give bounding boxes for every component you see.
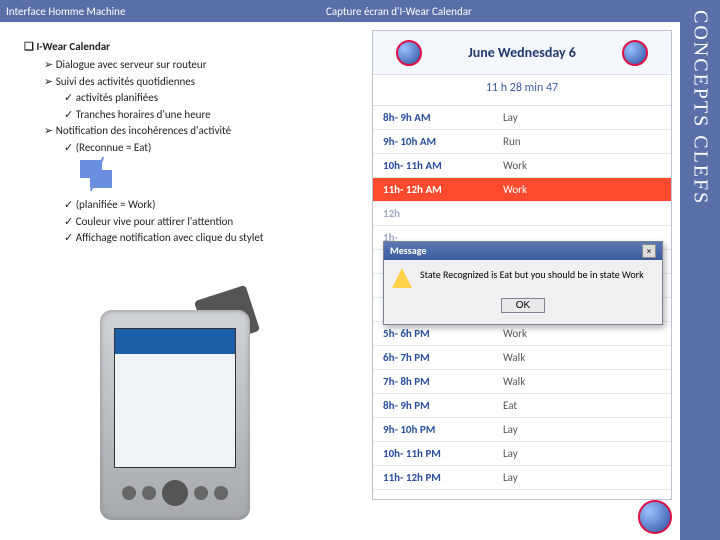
calendar-row[interactable]: 11h- 12h PMLay — [373, 466, 671, 490]
calendar-screenshot: June Wednesday 6 11 h 28 min 47 8h- 9h A… — [372, 30, 672, 500]
not-equal-icon — [80, 160, 114, 190]
calendar-time: 12h — [373, 207, 503, 220]
ok-button[interactable]: OK — [501, 298, 545, 313]
calendar-time: 8h- 9h AM — [373, 111, 503, 124]
calendar-activity: Lay — [503, 111, 671, 124]
bullet-item: Couleur vive pour attirer l'attention — [64, 214, 344, 231]
bullet-item: activités planifiées — [64, 90, 344, 107]
dialog-titlebar: Message × — [384, 242, 662, 260]
calendar-row[interactable]: 10h- 11h AMWork — [373, 154, 671, 178]
pda-taskbar — [115, 329, 235, 339]
bullet-item: Suivi des activités quotidiennes — [44, 74, 344, 91]
calendar-activity: Lay — [503, 471, 671, 484]
calendar-countdown: 11 h 28 min 47 — [373, 75, 671, 106]
calendar-row[interactable]: 7h- 8h PMWalk — [373, 370, 671, 394]
pda-buttons — [100, 476, 250, 510]
bullet-item: Affichage notification avec clique du st… — [64, 230, 344, 247]
dialog-text: State Recognized is Eat but you should b… — [420, 268, 654, 281]
calendar-time: 7h- 8h PM — [373, 375, 503, 388]
pda-dpad — [162, 480, 188, 506]
header-left-title: Interface Homme Machine — [6, 5, 326, 18]
bullet-item: Dialogue avec serveur sur routeur — [44, 57, 344, 74]
calendar-time: 8h- 9h PM — [373, 399, 503, 412]
calendar-time: 10h- 11h PM — [373, 447, 503, 460]
calendar-time: 9h- 10h PM — [373, 423, 503, 436]
calendar-row[interactable]: 12h — [373, 202, 671, 226]
calendar-date: June Wednesday 6 — [468, 44, 576, 61]
pda-btn — [194, 486, 208, 500]
bullet-item: Notification des incohérences d'activité — [44, 123, 344, 140]
iwear-logo-icon — [638, 500, 672, 534]
bullet-item: (Reconnue = Eat) — [64, 140, 344, 157]
section-title: ❑ I-Wear Calendar — [24, 40, 344, 53]
calendar-activity: Lay — [503, 447, 671, 460]
side-tab-label: CONCEPTS CLEFS — [689, 10, 712, 205]
calendar-time: 11h- 12h PM — [373, 471, 503, 484]
pda-device — [100, 310, 250, 530]
calendar-row[interactable]: 9h- 10h AMRun — [373, 130, 671, 154]
calendar-time: 6h- 7h PM — [373, 351, 503, 364]
calendar-row[interactable]: 8h- 9h AMLay — [373, 106, 671, 130]
calendar-row[interactable]: 11h- 12h AMWork — [373, 178, 671, 202]
calendar-activity: Eat — [503, 399, 671, 412]
footer-logo — [638, 500, 672, 534]
calendar-row[interactable]: 9h- 10h PMLay — [373, 418, 671, 442]
calendar-activity: Work — [503, 159, 671, 172]
side-tab: CONCEPTS CLEFS — [680, 0, 720, 540]
calendar-activity: Walk — [503, 351, 671, 364]
pda-body — [100, 310, 250, 520]
iwear-logo-icon — [396, 40, 422, 66]
calendar-time: 11h- 12h AM — [373, 183, 503, 196]
bullet-item: (planifiée = Work) — [64, 197, 344, 214]
message-dialog: Message × State Recognized is Eat but yo… — [383, 241, 663, 325]
calendar-row[interactable]: 5h- 6h PMWork — [373, 322, 671, 346]
close-icon[interactable]: × — [642, 244, 656, 258]
pda-btn — [142, 486, 156, 500]
calendar-time: 5h- 6h PM — [373, 327, 503, 340]
header-right-title: Capture écran d'I-Wear Calendar — [326, 5, 674, 18]
calendar-activity: Lay — [503, 423, 671, 436]
iwear-logo-icon — [622, 40, 648, 66]
calendar-header: June Wednesday 6 — [373, 31, 671, 75]
dialog-title: Message — [390, 242, 426, 260]
bullet-item: Tranches horaires d'une heure — [64, 107, 344, 124]
warning-icon — [392, 268, 412, 288]
calendar-row[interactable]: 6h- 7h PMWalk — [373, 346, 671, 370]
calendar-activity: Run — [503, 135, 671, 148]
pda-screen — [114, 328, 236, 468]
pda-btn — [214, 486, 228, 500]
section-title-text: I-Wear Calendar — [36, 40, 110, 53]
calendar-activity: Walk — [503, 375, 671, 388]
calendar-activity: Work — [503, 327, 671, 340]
calendar-time: 10h- 11h AM — [373, 159, 503, 172]
content-left: ❑ I-Wear Calendar Dialogue avec serveur … — [24, 40, 344, 247]
calendar-activity: Work — [503, 183, 671, 196]
header-bar: Interface Homme Machine Capture écran d'… — [0, 0, 680, 22]
pda-btn — [122, 486, 136, 500]
calendar-time: 9h- 10h AM — [373, 135, 503, 148]
calendar-row[interactable]: 8h- 9h PMEat — [373, 394, 671, 418]
calendar-row[interactable]: 10h- 11h PMLay — [373, 442, 671, 466]
